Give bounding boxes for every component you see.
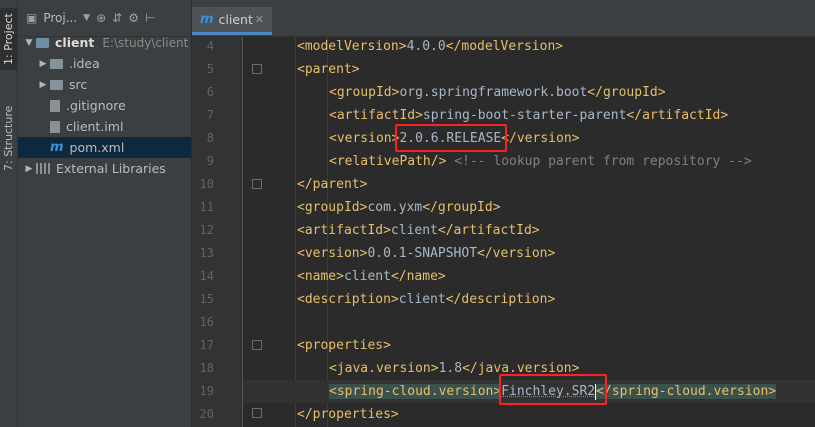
line-number: 17 <box>199 338 214 352</box>
collapse-icon[interactable]: ⇵ <box>112 11 122 25</box>
code-line-9: <relativePath/> <!-- lookup parent from … <box>329 154 752 169</box>
tree-item-label: .gitignore <box>66 98 126 113</box>
maven-file-icon: m <box>50 140 64 155</box>
globe-icon[interactable]: ⊕ <box>96 11 106 25</box>
tree-item-pom-xml[interactable]: m pom.xml <box>18 137 191 158</box>
tree-item-label: pom.xml <box>69 140 125 155</box>
tree-item-label: client.iml <box>66 119 124 134</box>
highlight-box-boot-version <box>395 124 507 152</box>
code-line-5: <parent> <box>297 62 360 77</box>
tab-structure[interactable]: 7: Structure <box>0 98 17 178</box>
line-number: 12 <box>199 223 214 237</box>
code-editor[interactable]: <modelVersion>4.0.0</modelVersion> <pare… <box>243 37 815 427</box>
code-line-6: <groupId>org.springframework.boot</group… <box>329 85 666 100</box>
project-tree: ▼ client E:\study\client ▶ .idea ▶ src .… <box>18 32 191 179</box>
code-line-17: <properties> <box>297 338 391 353</box>
line-number: 8 <box>206 131 214 145</box>
tree-item-external-libraries[interactable]: ▶ External Libraries <box>18 158 191 179</box>
code-line-11: <groupId>com.yxm</groupId> <box>297 200 501 215</box>
libraries-icon <box>36 163 50 174</box>
hide-icon[interactable]: ⊢ <box>145 11 155 25</box>
close-icon[interactable]: ✕ <box>255 13 264 26</box>
collapsed-arrow-icon[interactable]: ▶ <box>36 59 50 69</box>
project-view-icon: ▣ <box>26 11 38 25</box>
tree-item-label: External Libraries <box>56 161 166 176</box>
line-number: 14 <box>199 269 214 283</box>
folder-icon <box>50 79 63 90</box>
line-number: 10 <box>199 177 214 191</box>
tree-item-client[interactable]: ▼ client E:\study\client <box>18 32 191 53</box>
line-number: 20 <box>199 407 214 421</box>
tree-item-label: client <box>55 35 95 50</box>
highlight-box-cloud-version <box>499 374 607 405</box>
line-number: 9 <box>206 154 214 168</box>
code-line-7: <artifactId>spring-boot-starter-parent</… <box>329 108 729 123</box>
module-path: E:\study\client <box>102 35 189 50</box>
line-number: 18 <box>199 361 214 375</box>
collapsed-arrow-icon[interactable]: ▶ <box>36 80 50 90</box>
line-number: 5 <box>206 62 214 76</box>
code-line-15: <description>client</description> <box>297 292 556 307</box>
line-number: 7 <box>206 108 214 122</box>
tree-item-label: .idea <box>69 56 100 71</box>
tree-item-idea[interactable]: ▶ .idea <box>18 53 191 74</box>
file-icon <box>50 120 60 133</box>
tab-project[interactable]: 1: Project <box>0 8 17 70</box>
line-number: 16 <box>199 315 214 329</box>
chevron-down-icon[interactable]: ▼ <box>83 13 90 23</box>
gear-icon[interactable]: ⚙ <box>128 11 139 25</box>
expanded-arrow-icon[interactable]: ▼ <box>22 38 36 48</box>
left-tool-strip: 1: Project 7: Structure <box>0 0 18 427</box>
tree-item-client-iml[interactable]: client.iml <box>18 116 191 137</box>
project-view-selector[interactable]: Proj... <box>43 11 77 25</box>
line-number: 13 <box>199 246 214 260</box>
line-number: 4 <box>206 39 214 53</box>
tree-item-src[interactable]: ▶ src <box>18 74 191 95</box>
tab-client[interactable]: m client ✕ <box>192 7 272 35</box>
maven-file-icon: m <box>200 12 214 27</box>
editor-tab-bar: m client ✕ <box>192 0 815 37</box>
code-line-20: </properties> <box>297 407 399 422</box>
code-line-4: <modelVersion>4.0.0</modelVersion> <box>297 39 564 54</box>
code-line-13: <version>0.0.1-SNAPSHOT</version> <box>297 246 556 261</box>
tab-label: client <box>218 12 253 27</box>
code-line-14: <name>client</name> <box>297 269 446 284</box>
line-number: 6 <box>206 85 214 99</box>
folder-icon <box>50 58 63 69</box>
code-line-12: <artifactId>client</artifactId> <box>297 223 540 238</box>
tree-item-label: src <box>69 77 88 92</box>
file-icon <box>50 99 60 112</box>
line-number: 15 <box>199 292 214 306</box>
tree-item-gitignore[interactable]: .gitignore <box>18 95 191 116</box>
line-number-gutter: 4 5 6 7 8 9 10 11 12 13 14 15 16 17 18 1… <box>192 37 243 427</box>
project-panel: ▣ Proj... ▼ ⊕ ⇵ ⚙ ⊢ ▼ client E:\study\cl… <box>18 0 192 427</box>
line-number: 11 <box>199 200 214 214</box>
module-folder-icon <box>36 37 49 48</box>
code-line-10: </parent> <box>297 177 368 192</box>
code-line-8: <version>2.0.6.RELEASE</version> <box>329 131 580 146</box>
line-number: 19 <box>199 384 214 398</box>
collapsed-arrow-icon[interactable]: ▶ <box>22 164 36 174</box>
